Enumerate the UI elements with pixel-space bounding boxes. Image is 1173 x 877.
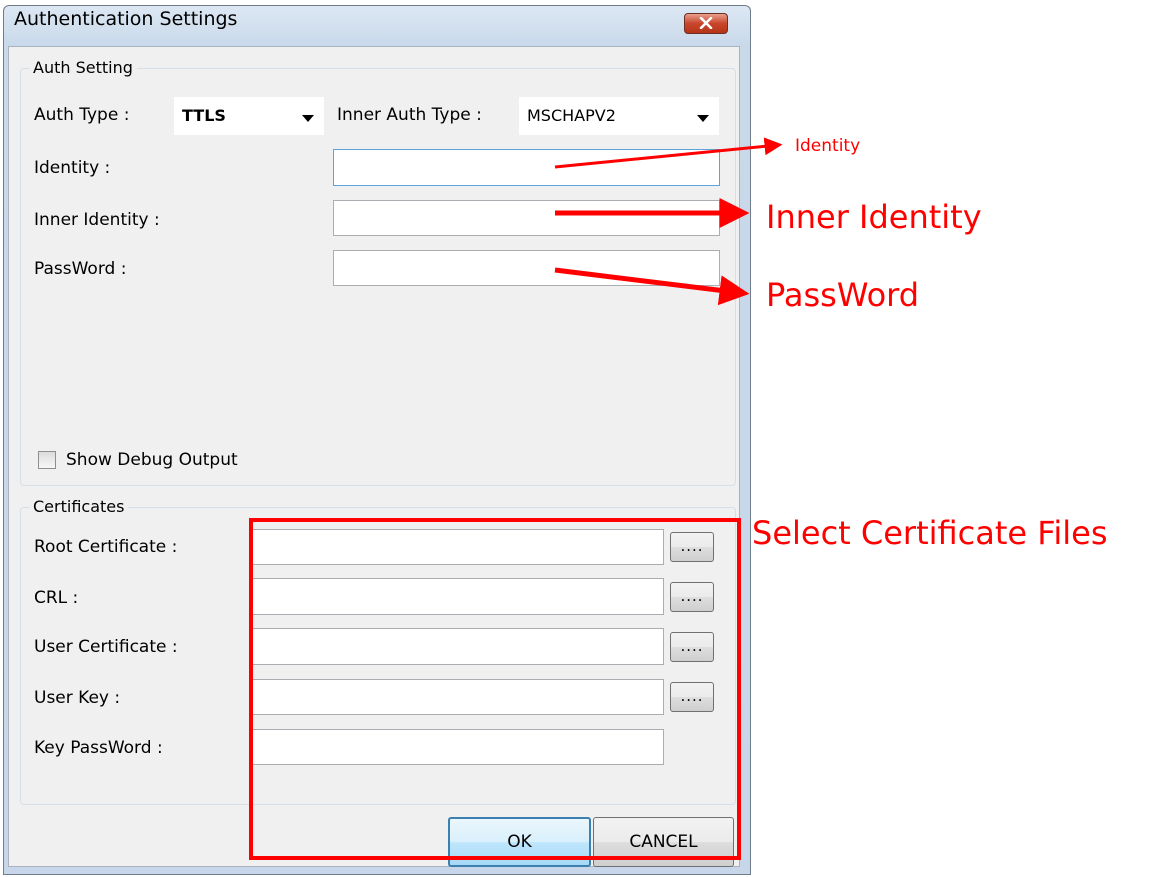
identity-arrow (554, 137, 783, 169)
annotation-identity: Identity (795, 136, 861, 156)
annotation-inner-identity: Inner Identity (766, 198, 982, 236)
annotation-arrows (554, 137, 783, 306)
annotation-select-certificate-files: Select Certificate Files (752, 514, 1108, 552)
password-arrow (554, 267, 750, 306)
annotation-password: PassWord (766, 276, 920, 314)
